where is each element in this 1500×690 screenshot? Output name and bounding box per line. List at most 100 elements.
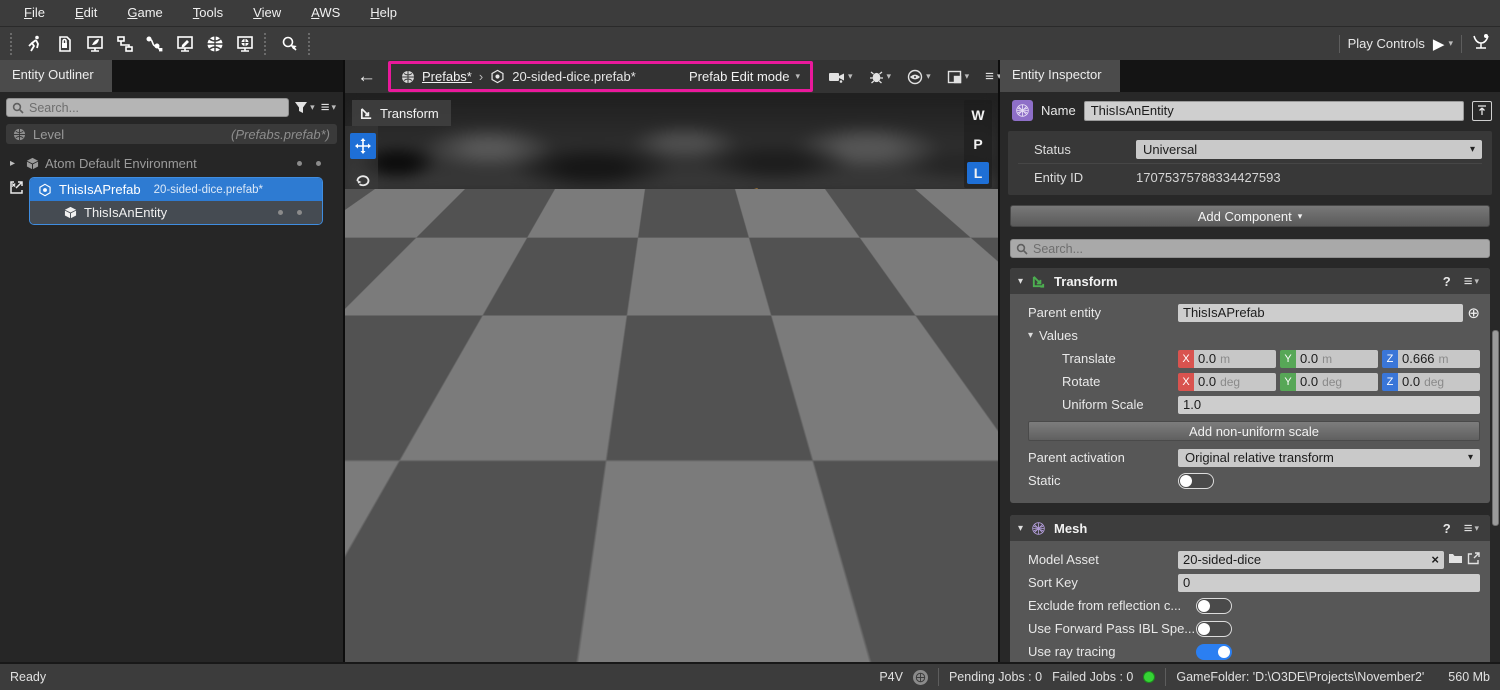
clear-asset-icon[interactable]: ×	[1431, 552, 1439, 567]
exclude-reflection-toggle[interactable]	[1196, 598, 1232, 614]
lock-dot-icon[interactable]	[297, 210, 302, 215]
breadcrumb-root-link[interactable]: Prefabs*	[422, 69, 472, 84]
prefab-row-file-label: 20-sided-dice.prefab*	[154, 184, 263, 196]
move-tool-button[interactable]	[350, 133, 376, 159]
rotate-y-field[interactable]: Y0.0deg	[1280, 373, 1378, 391]
menu-help[interactable]: Help	[356, 2, 411, 24]
collapse-caret-icon[interactable]	[1018, 276, 1023, 287]
world-icon[interactable]	[200, 31, 230, 57]
aspect-ratio-icon[interactable]	[946, 69, 971, 85]
status-dropdown[interactable]: Universal	[1136, 140, 1482, 159]
spline-tool-icon[interactable]	[140, 31, 170, 57]
inspector-search-field[interactable]	[1033, 242, 1484, 256]
parent-entity-field[interactable]: ThisIsAPrefab	[1178, 304, 1463, 322]
use-ray-tracing-toggle[interactable]	[1196, 644, 1232, 660]
pin-inspector-icon[interactable]	[1472, 101, 1492, 121]
menu-file[interactable]: File	[10, 2, 59, 24]
rotate-x-field[interactable]: X0.0deg	[1178, 373, 1276, 391]
menu-edit[interactable]: Edit	[61, 2, 111, 24]
toolbar-drag-handle[interactable]	[10, 33, 16, 55]
outliner-menu-icon[interactable]	[320, 99, 337, 116]
back-arrow-icon[interactable]	[351, 66, 382, 88]
inspector-search-input[interactable]	[1010, 239, 1490, 258]
help-icon[interactable]: ?	[1443, 521, 1451, 536]
zoom-select-icon[interactable]	[274, 31, 304, 57]
pending-jobs-label[interactable]: Pending Jobs : 0	[949, 670, 1042, 684]
help-icon[interactable]: ?	[1443, 274, 1451, 289]
model-asset-field[interactable]: 20-sided-dice×	[1178, 551, 1444, 569]
toolbar-drag-handle[interactable]	[264, 33, 270, 55]
parent-activation-dropdown[interactable]: Original relative transform	[1178, 449, 1480, 467]
forward-pass-ibl-toggle[interactable]	[1196, 621, 1232, 637]
browse-asset-folder-icon[interactable]	[1448, 552, 1463, 567]
component-menu-icon[interactable]	[1463, 273, 1480, 290]
static-toggle[interactable]	[1178, 473, 1214, 489]
menu-tools[interactable]: Tools	[179, 2, 237, 24]
prefab-edit-mode-dropdown[interactable]: Prefab Edit mode	[649, 69, 800, 84]
transform-component-header[interactable]: Transform ?	[1010, 268, 1490, 294]
rotate-z-field[interactable]: Z0.0deg	[1382, 373, 1480, 391]
menu-game[interactable]: Game	[113, 2, 176, 24]
simulate-physics-icon[interactable]	[1470, 32, 1492, 55]
material-editor-icon[interactable]	[80, 31, 110, 57]
space-world-button[interactable]: W	[967, 104, 989, 126]
level-file-label: (Prefabs.prefab*)	[231, 127, 330, 142]
component-menu-icon[interactable]	[1463, 520, 1480, 537]
entity-name-input[interactable]	[1084, 101, 1464, 121]
level-row[interactable]: Level (Prefabs.prefab*)	[6, 124, 337, 144]
play-dropdown-caret-icon[interactable]	[1448, 38, 1453, 49]
outliner-search-field[interactable]	[29, 101, 283, 115]
add-component-button[interactable]: Add Component	[1010, 205, 1490, 227]
menu-aws[interactable]: AWS	[297, 2, 354, 24]
visibility-icon[interactable]	[906, 68, 932, 86]
p4v-label[interactable]: P4V	[879, 670, 903, 684]
node-graph-icon[interactable]	[110, 31, 140, 57]
status-bar: Ready P4V Pending Jobs : 0 Failed Jobs :…	[0, 662, 1500, 690]
collapse-caret-icon[interactable]	[1018, 523, 1023, 534]
translate-z-field[interactable]: Z0.666m	[1382, 350, 1480, 368]
asset-processor-status-icon[interactable]	[1143, 671, 1155, 683]
mesh-component-header[interactable]: Mesh ?	[1010, 515, 1490, 541]
inspector-scrollbar[interactable]	[1492, 330, 1499, 526]
add-non-uniform-scale-button[interactable]: Add non-uniform scale	[1028, 421, 1480, 441]
ui-editor-icon[interactable]	[170, 31, 200, 57]
play-game-icon[interactable]	[20, 31, 50, 57]
filter-icon[interactable]	[293, 100, 316, 115]
pick-entity-target-icon[interactable]: ⊕	[1467, 304, 1480, 322]
uniform-scale-field[interactable]: 1.0	[1178, 396, 1480, 414]
camera-icon[interactable]	[827, 69, 854, 85]
outliner-row-prefab[interactable]: ThisIsAPrefab 20-sided-dice.prefab*	[30, 178, 322, 201]
expand-caret-icon[interactable]	[10, 158, 20, 169]
rotate-tool-button[interactable]	[350, 167, 376, 193]
scale-tool-button[interactable]	[350, 201, 376, 227]
open-asset-external-icon[interactable]	[1467, 552, 1480, 568]
sort-key-field[interactable]: 0	[1178, 574, 1480, 592]
outliner-search-input[interactable]	[6, 98, 289, 117]
visibility-dot-icon[interactable]	[278, 210, 283, 215]
entity-outliner-tab[interactable]: Entity Outliner	[0, 60, 112, 92]
gizmo-origin-handle[interactable]	[648, 370, 662, 384]
outliner-row-entity[interactable]: ThisIsAnEntity	[30, 201, 322, 224]
play-button[interactable]: ▶	[1433, 35, 1453, 53]
outliner-row-atom-default-environment[interactable]: Atom Default Environment	[4, 152, 339, 174]
monitor-world-icon[interactable]	[230, 31, 260, 57]
debug-bug-icon[interactable]	[868, 68, 893, 85]
3d-viewport[interactable]: 2 18 20 14 4	[345, 93, 998, 662]
asset-lock-icon[interactable]	[50, 31, 80, 57]
space-local-button[interactable]: L	[967, 162, 989, 184]
translate-label: Translate	[1018, 351, 1178, 366]
space-parent-button[interactable]: P	[967, 133, 989, 155]
failed-jobs-label[interactable]: Failed Jobs : 0	[1052, 670, 1133, 684]
entity-inspector-tab[interactable]: Entity Inspector	[1000, 60, 1120, 92]
values-caret-icon[interactable]	[1028, 330, 1033, 341]
dropdown-caret-icon	[1470, 144, 1475, 155]
close-prefab-icon[interactable]	[8, 179, 26, 197]
visibility-dot-icon[interactable]	[297, 161, 302, 166]
menu-view[interactable]: View	[239, 2, 295, 24]
source-control-globe-icon[interactable]	[913, 670, 928, 685]
translate-y-field[interactable]: Y0.0m	[1280, 350, 1378, 368]
translate-x-field[interactable]: X0.0m	[1178, 350, 1276, 368]
lock-dot-icon[interactable]	[316, 161, 321, 166]
values-group-label[interactable]: Values	[1018, 328, 1178, 343]
toolbar-drag-handle[interactable]	[308, 33, 314, 55]
